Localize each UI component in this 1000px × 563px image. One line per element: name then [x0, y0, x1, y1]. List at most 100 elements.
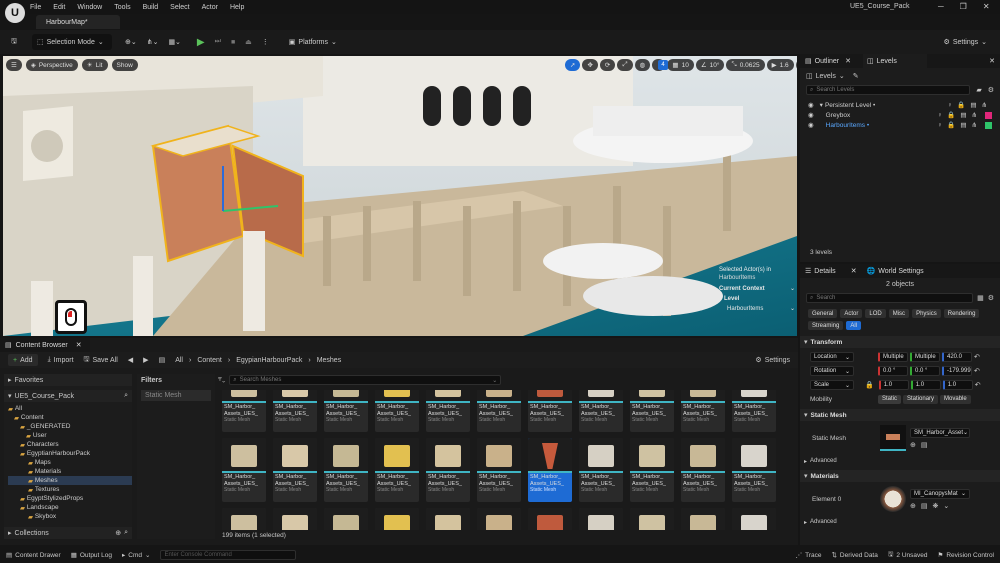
stop-icon[interactable]: ■ [226, 34, 240, 50]
collections-header[interactable]: ▸ Collections ⊕ ⌕ [4, 527, 132, 539]
filter-rendering[interactable]: Rendering [943, 309, 980, 318]
asset-search-input[interactable]: ⌕ Search Meshes ⌄ [229, 375, 502, 385]
location-y[interactable]: Multiple [910, 352, 940, 362]
asset-tile[interactable]: SM_Harbor_Assets_UES_Static Mesh [579, 390, 623, 432]
breadcrumb-item[interactable]: Content [197, 357, 222, 364]
grid-view-icon[interactable]: ▦ [977, 294, 984, 302]
asset-tile[interactable]: SM_Harbor_Assets_UES_Static Mesh [324, 438, 368, 502]
advanced-toggle[interactable]: ▸ Advanced [800, 455, 1000, 467]
tree-item-content[interactable]: ▰ Content [8, 413, 132, 422]
static-mesh-section-header[interactable]: ▾ Static Mesh [800, 409, 1000, 421]
cinematics-icon[interactable]: ▦⌄ [163, 34, 185, 50]
tree-item-skybox[interactable]: ▰ Skybox [8, 512, 132, 521]
maximize-viewport-icon[interactable]: ⛶ [795, 59, 797, 71]
camera-speed-button[interactable]: ▶ 1.6 [766, 59, 794, 71]
lock-icon[interactable]: 🔒 [865, 381, 874, 389]
settings-icon[interactable]: ⚙ [988, 294, 994, 302]
asset-tile[interactable]: SM_Harbor_Assets_UES_Static Mesh [273, 438, 317, 502]
search-icon[interactable]: ⌕ [124, 392, 128, 400]
mobility-stationary[interactable]: Stationary [903, 394, 939, 404]
level-dropdown[interactable]: HarbourItems ⌄ [719, 305, 795, 313]
asset-tile[interactable]: SM_Harbor_Assets_UES_Static Mesh [375, 508, 419, 530]
material-dropdown[interactable]: MI_CanopysMat ⌄ [910, 488, 970, 499]
add-folder-icon[interactable]: ▰ [976, 86, 981, 94]
asset-tile[interactable]: SM_Harbor_Assets_UES_Static Mesh [477, 438, 521, 502]
filter-icon[interactable]: ⫧⌄ [218, 376, 225, 384]
level-color-swatch[interactable] [985, 121, 992, 129]
tree-item-meshes[interactable]: ▰ Meshes [8, 476, 132, 485]
favorites-header[interactable]: ▸ Favorites [4, 374, 132, 386]
asset-tile[interactable]: SM_Harbor_Assets_UES_Static Mesh [732, 438, 776, 502]
import-button[interactable]: ⤓ Import [48, 356, 74, 364]
perspective-button[interactable]: ◈ Perspective [25, 59, 78, 71]
menu-actor[interactable]: Actor [202, 4, 218, 11]
asset-tile[interactable]: SM_Harbor_Assets_UES_Static Mesh [681, 508, 725, 530]
asset-tile[interactable]: SM_Harbor_Assets_UES_Static Mesh [222, 438, 266, 502]
scale-snap-button[interactable]: ⤡ 0.0625 [726, 59, 765, 71]
save-all-button[interactable]: 🖫 Save All [84, 355, 118, 366]
save-icon[interactable]: 🖫 [6, 34, 22, 50]
texture-icon[interactable]: ❋ [933, 502, 939, 510]
breadcrumb-item[interactable]: All [175, 357, 183, 364]
tree-item-egyptianharbourpack[interactable]: ▰ EgyptianHarbourPack [8, 449, 132, 458]
reset-icon[interactable]: ↶ [974, 367, 980, 375]
tree-item-egyptstylizedprops[interactable]: ▰ EgyptStylizedProps [8, 494, 132, 503]
asset-tile[interactable]: SM_Harbor_Assets_UES_Static Mesh [630, 508, 674, 530]
content-browser-tab[interactable]: ▤ Content Browser ✕ [0, 338, 90, 352]
console-input[interactable]: Enter Console Command [160, 550, 297, 560]
tab-world-settings[interactable]: 🌐 World Settings [867, 267, 924, 276]
select-mode-icon[interactable]: ➚ [565, 59, 581, 71]
mobility-static[interactable]: Static [878, 394, 902, 404]
scale-x[interactable]: 1.0 [878, 380, 909, 390]
tab-outliner[interactable]: ▤ Outliner ✕ [805, 57, 851, 66]
more-icon[interactable]: ⌄ [943, 502, 949, 510]
filter-chip-static-mesh[interactable]: Static Mesh [141, 390, 211, 401]
filter-actor[interactable]: Actor [840, 309, 863, 318]
translate-icon[interactable]: ✥ [582, 59, 598, 71]
scale-z[interactable]: 1.0 [942, 380, 973, 390]
tree-item-characters[interactable]: ▰ Characters [8, 440, 132, 449]
asset-tile[interactable]: SM_Harbor_Assets_UES_Static Mesh [579, 438, 623, 502]
filter-misc[interactable]: Misc [888, 309, 910, 318]
history-forward-icon[interactable]: ▶ [143, 356, 148, 364]
level-color-swatch[interactable] [985, 111, 992, 119]
static-mesh-thumbnail[interactable] [880, 425, 906, 451]
asset-tile[interactable]: SM_Harbor_Assets_UES_Static Mesh [681, 390, 725, 432]
browse-icon[interactable]: ⊕ [910, 441, 916, 449]
pencil-icon[interactable]: ✎ [853, 72, 859, 80]
selection-mode-dropdown[interactable]: ⬚ Selection Mode ⌄ [31, 34, 112, 50]
lit-button[interactable]: ☀ Lit [81, 59, 108, 71]
asset-tile[interactable]: SM_Harbor_Assets_UES_Static Mesh [528, 508, 572, 530]
asset-tile[interactable]: SM_Harbor_Assets_UES_Static Mesh [528, 390, 572, 432]
asset-tile[interactable]: SM_Harbor_Assets_UES_Static Mesh [630, 390, 674, 432]
transform-section-header[interactable]: ▾ Transform [800, 336, 1000, 348]
platforms-button[interactable]: ▣ Platforms ⌄ [284, 34, 342, 50]
menu-build[interactable]: Build [143, 4, 159, 11]
materials-section-header[interactable]: ▾ Materials [800, 470, 1000, 482]
maximize-icon[interactable]: ❐ [960, 2, 967, 11]
level-row-harbouritems[interactable]: ◉ HarbourItems • ♀🔒▤⋔ [808, 120, 992, 130]
settings-icon[interactable]: ⚙ [988, 86, 994, 94]
menu-help[interactable]: Help [230, 4, 244, 11]
asset-tile[interactable]: SM_Harbor_Assets_UES_Static Mesh [426, 390, 470, 432]
rotate-icon[interactable]: ⟳ [599, 59, 616, 71]
settings-button[interactable]: ⚙ Settings ⌄ [939, 34, 992, 50]
asset-tile[interactable]: SM_Harbor_Assets_UES_Static Mesh [732, 390, 776, 432]
play-icon[interactable]: ▶ [192, 34, 210, 50]
add-icon[interactable]: ⊕ [115, 529, 121, 537]
asset-tile[interactable]: SM_Harbor_Assets_UES_Static Mesh [324, 390, 368, 432]
asset-tile[interactable]: SM_Harbor_Assets_UES_Static Mesh [375, 390, 419, 432]
trace-button[interactable]: ⋰ Trace [796, 551, 822, 560]
close-icon[interactable]: ✕ [989, 57, 995, 65]
asset-tile[interactable]: SM_Harbor_Assets_UES_Static Mesh [477, 508, 521, 530]
content-drawer-button[interactable]: ▤ Content Drawer [6, 551, 61, 560]
level-row-persistent[interactable]: ◉ ▾ Persistent Level • ♀🔒▤⋔ [808, 100, 992, 110]
menu-tools[interactable]: Tools [114, 4, 130, 11]
menu-select[interactable]: Select [170, 4, 189, 11]
step-icon[interactable]: ⏭ [210, 34, 226, 50]
browse-icon[interactable]: ⊕ [910, 502, 916, 510]
asset-tile[interactable]: SM_Harbor_Assets_UES_Static Mesh [222, 508, 266, 530]
derived-data-button[interactable]: ⇅ Derived Data [831, 551, 877, 560]
reset-icon[interactable]: ↶ [975, 381, 981, 389]
search-icon[interactable]: ⌕ [124, 529, 128, 537]
